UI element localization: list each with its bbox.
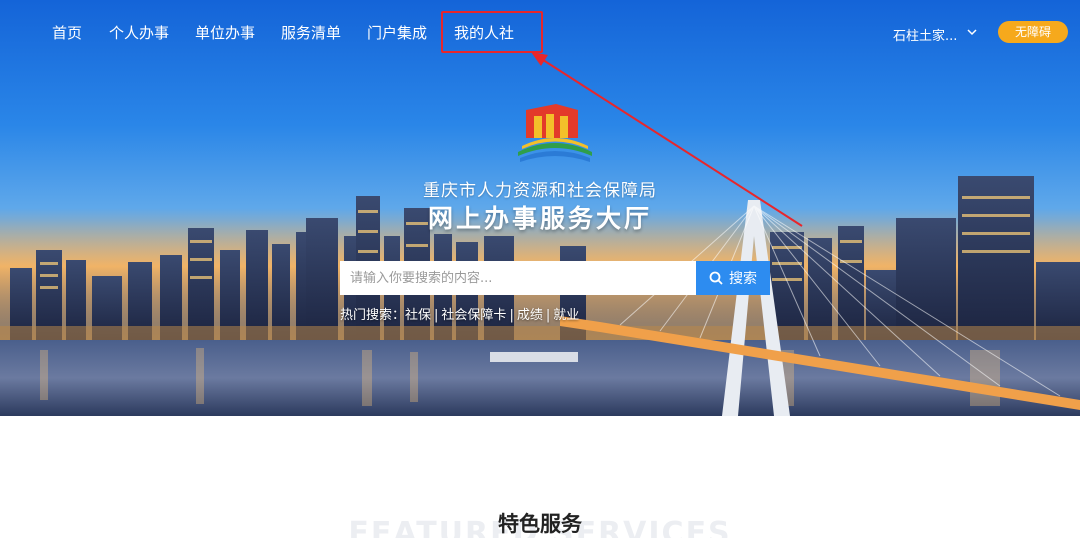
search-input[interactable] <box>340 261 696 295</box>
nav-item-home[interactable]: 首页 <box>52 22 82 43</box>
search-icon <box>709 271 723 285</box>
hot-search-label: 热门搜索： <box>340 308 406 323</box>
bureau-logo <box>516 104 594 164</box>
hero-banner: 重庆市人力资源和社会保障局 网上办事服务大厅 搜索 热门搜索：社保|社会保障卡|… <box>0 0 1080 416</box>
accessibility-button[interactable]: 无障碍 <box>998 21 1068 43</box>
hot-search-link[interactable]: 社会保障卡 <box>441 308 506 323</box>
search-button-label: 搜索 <box>729 271 757 287</box>
nav-item-personal[interactable]: 个人办事 <box>109 22 169 43</box>
features-title: 特色服务 <box>498 512 582 536</box>
user-name[interactable]: 石柱土家... <box>893 25 957 44</box>
nav-item-unit[interactable]: 单位办事 <box>195 22 255 43</box>
nav-item-portal[interactable]: 门户集成 <box>367 22 427 43</box>
hot-search-link[interactable]: 就业 <box>553 308 579 323</box>
hot-search-link[interactable]: 成绩 <box>517 308 543 323</box>
search-button[interactable]: 搜索 <box>696 261 770 295</box>
org-name: 重庆市人力资源和社会保障局 <box>423 181 657 201</box>
chevron-down-icon[interactable] <box>965 25 979 39</box>
highlight-box <box>441 11 543 53</box>
hot-search-link[interactable]: 社保 <box>405 308 431 323</box>
features-section: FEATURED SERVICES 特色服务 <box>0 416 1080 538</box>
top-navigation: 首页 个人办事 单位办事 服务清单 门户集成 我的人社 石柱土家... 无障碍 <box>0 0 1080 62</box>
hot-search: 热门搜索：社保 | 社会保障卡 | 成绩 | 就业 <box>340 308 580 323</box>
hall-title: 网上办事服务大厅 <box>427 204 652 233</box>
nav-item-service-list[interactable]: 服务清单 <box>281 22 341 43</box>
